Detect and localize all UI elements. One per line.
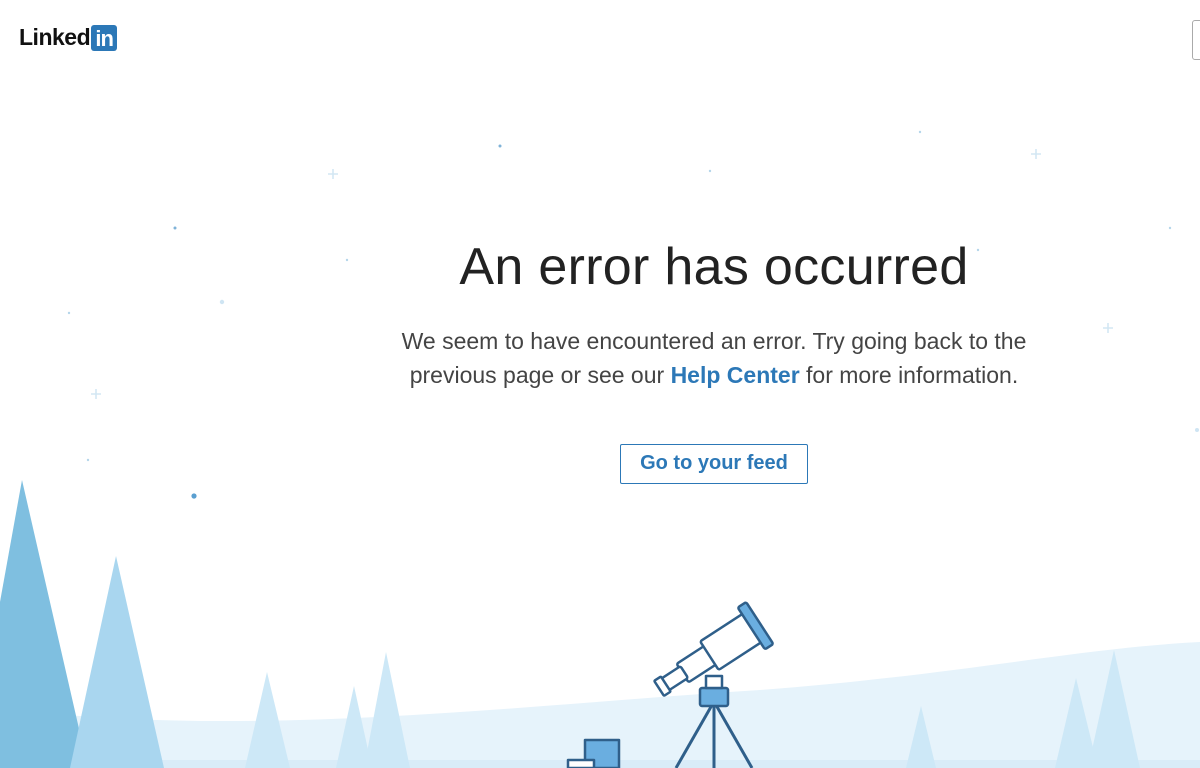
logo-wordmark: Linked <box>19 24 91 50</box>
error-message: We seem to have encountered an error. Tr… <box>382 324 1046 392</box>
error-message-after: for more information. <box>806 362 1019 388</box>
go-to-feed-button[interactable]: Go to your feed <box>620 444 808 484</box>
help-center-link[interactable]: Help Center <box>671 362 800 388</box>
error-title: An error has occurred <box>459 238 969 296</box>
partial-header-control[interactable] <box>1192 20 1200 60</box>
error-panel: An error has occurred We seem to have en… <box>382 236 1046 484</box>
logo-in-badge: in <box>91 24 118 51</box>
linkedin-logo[interactable]: Linked in <box>19 24 118 51</box>
